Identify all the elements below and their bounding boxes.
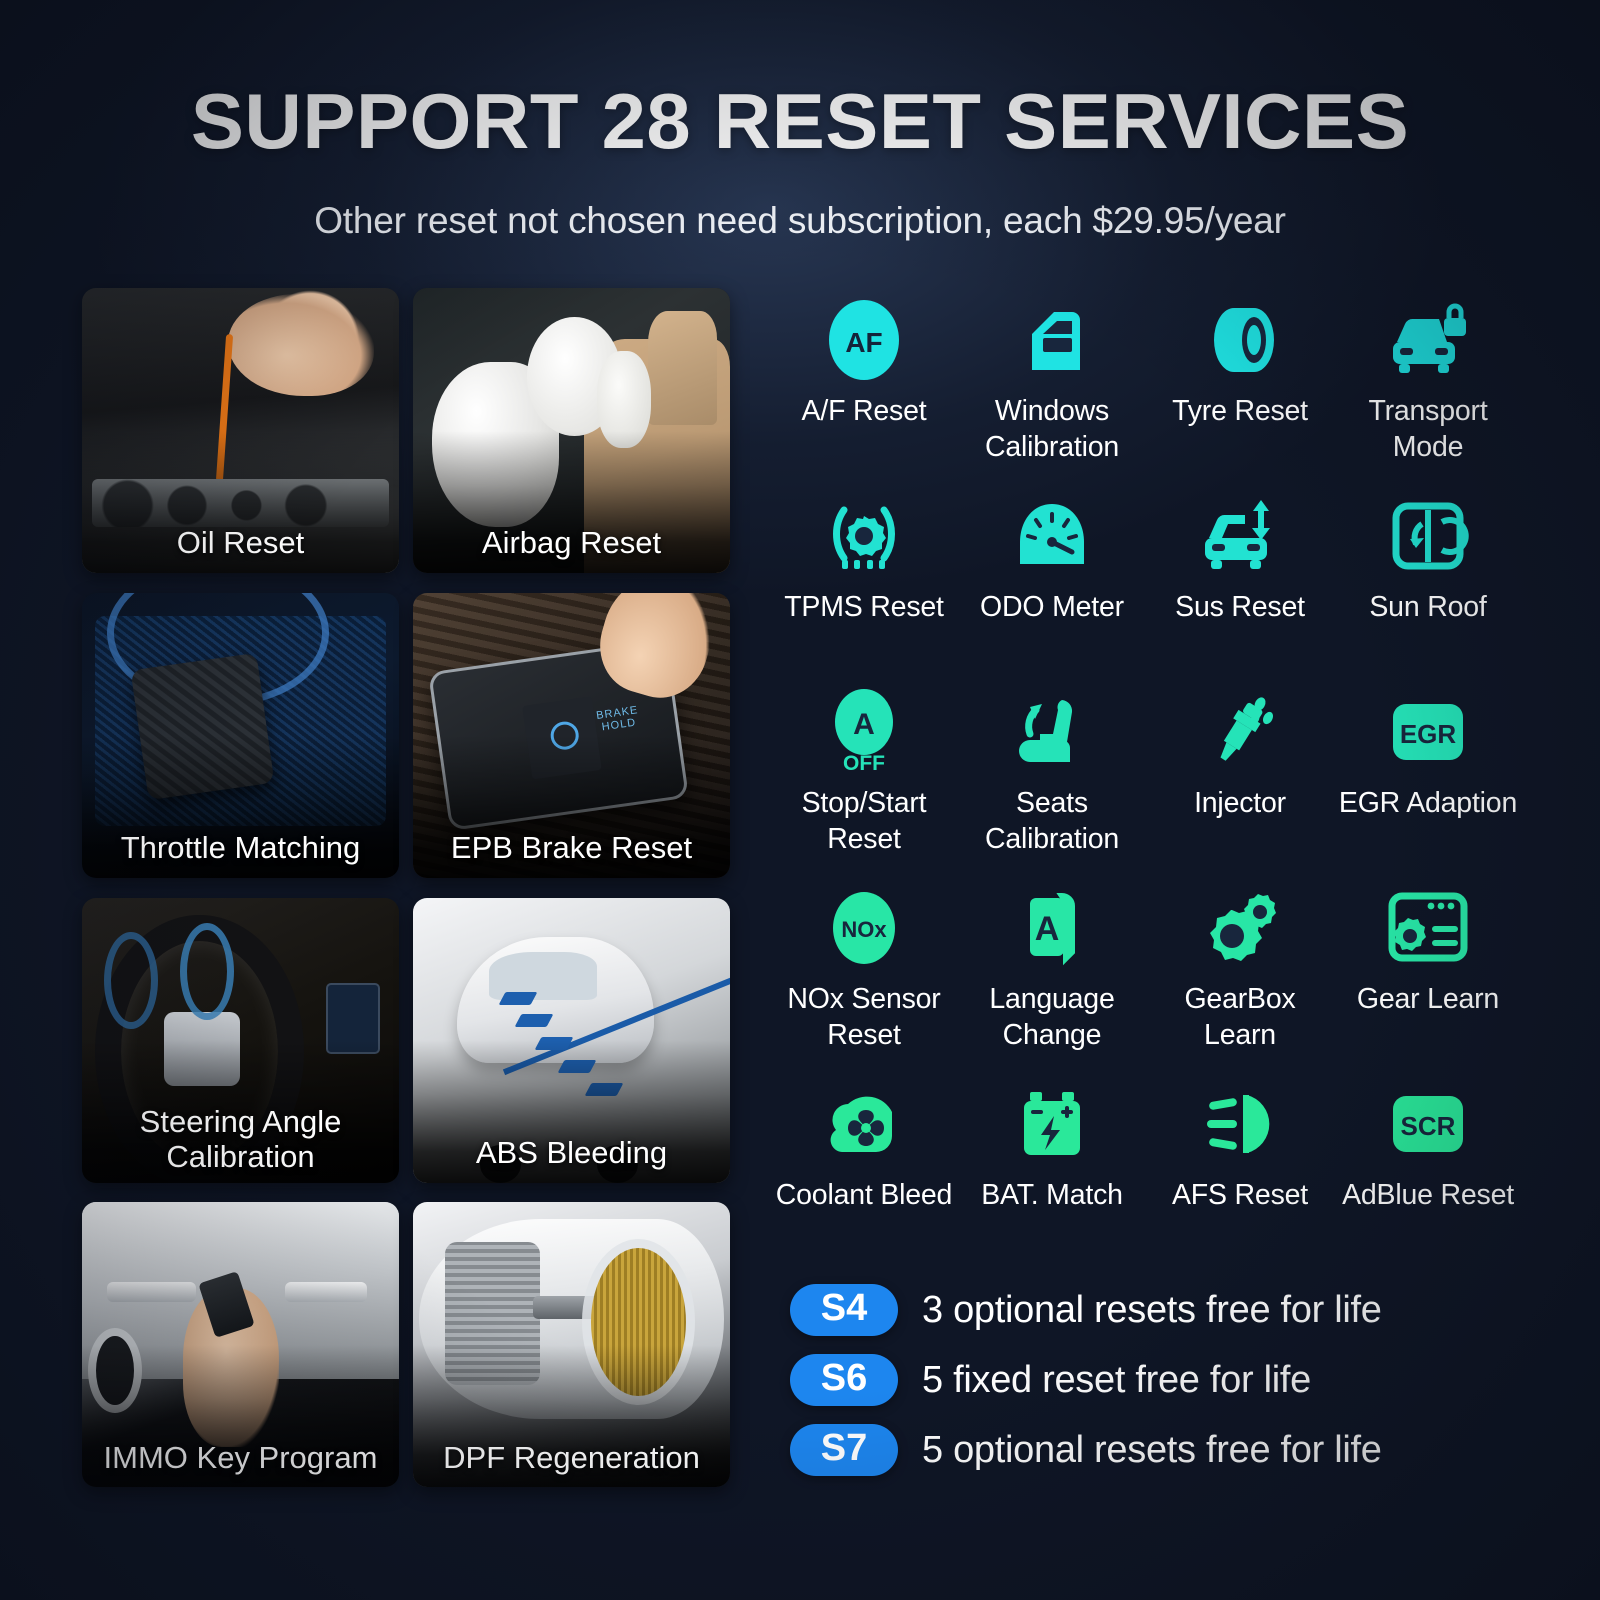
photo-card-immo-key-program[interactable]: IMMO Key Program (82, 1202, 399, 1488)
page-subtitle: Other reset not chosen need subscription… (314, 200, 1286, 241)
service-label: A/F Reset (801, 395, 927, 427)
plan-badge: S6 (790, 1354, 898, 1407)
service-label: Injector (1194, 787, 1286, 819)
photo-caption: Oil Reset (176, 525, 305, 561)
service-item-gearbox-learn[interactable]: GearBox Learn (1146, 876, 1334, 1066)
service-item-stop-start-reset[interactable]: A OFF Stop/Start Reset (770, 680, 958, 870)
reset-services-grid: AF A/F Reset Windows Calibration Tyre Re… (770, 288, 1522, 1262)
service-item-egr-adaption[interactable]: EGR EGR Adaption (1334, 680, 1522, 870)
photo-caption: IMMO Key Program (103, 1439, 378, 1475)
service-item-tyre-reset[interactable]: Tyre Reset (1146, 288, 1334, 478)
svg-text:A: A (853, 708, 875, 741)
service-label: AFS Reset (1172, 1179, 1308, 1211)
service-item-nox-sensor-reset[interactable]: NOx NOx Sensor Reset (770, 876, 958, 1066)
service-label: GearBox Learn (1184, 983, 1296, 1051)
service-label: EGR Adaption (1338, 787, 1518, 819)
gearbox-gears-icon (1196, 882, 1284, 974)
tyre-pressure-gear-icon (822, 490, 906, 582)
nox-sensor-badge-icon: NOx (825, 882, 903, 974)
service-item-sun-roof[interactable]: Sun Roof (1334, 484, 1522, 674)
photo-caption: ABS Bleeding (475, 1134, 668, 1170)
tyre-icon (1198, 294, 1282, 386)
page-title: SUPPORT 28 RESET SERVICES (190, 77, 1410, 165)
service-label: Stop/Start Reset (801, 787, 927, 855)
photo-card-epb-brake-reset[interactable]: BRAKE HOLD EPB Brake Reset (413, 592, 730, 878)
egr-badge-icon: EGR (1385, 686, 1471, 778)
photo-gallery: Oil Reset Airbag Reset Throttle Matching (82, 288, 730, 1494)
svg-text:SCR: SCR (1401, 1111, 1456, 1141)
service-item-sus-reset[interactable]: Sus Reset (1146, 484, 1334, 674)
car-lock-icon (1383, 294, 1473, 386)
photo-caption: DPF Regeneration (443, 1439, 700, 1475)
service-item-afs-reset[interactable]: AFS Reset (1146, 1072, 1334, 1262)
service-label: AdBlue Reset (1342, 1179, 1514, 1211)
plan-row-s6[interactable]: S6 5 fixed reset free for life (790, 1354, 1522, 1407)
service-label: ODO Meter (980, 591, 1124, 623)
service-label: Sus Reset (1175, 591, 1305, 623)
service-label: Coolant Bleed (775, 1179, 953, 1211)
svg-text:EGR: EGR (1400, 719, 1457, 749)
svg-text:OFF: OFF (843, 752, 885, 775)
plan-badge: S4 (790, 1284, 898, 1337)
service-label: Gear Learn (1356, 983, 1500, 1015)
odometer-gauge-icon (1010, 490, 1094, 582)
service-label: Transport Mode (1368, 395, 1488, 463)
service-item-transport-mode[interactable]: Transport Mode (1334, 288, 1522, 478)
svg-text:A: A (1035, 910, 1060, 948)
battery-icon (1012, 1078, 1092, 1170)
photo-caption: Throttle Matching (120, 830, 361, 866)
service-label: Language Change (989, 983, 1115, 1051)
service-item-gear-learn[interactable]: Gear Learn (1334, 876, 1522, 1066)
service-item-injector[interactable]: Injector (1146, 680, 1334, 870)
language-book-icon: A (1010, 882, 1094, 974)
service-label: TPMS Reset (784, 591, 944, 623)
service-label: Tyre Reset (1172, 395, 1308, 427)
scr-badge-icon: SCR (1385, 1078, 1471, 1170)
service-label: BAT. Match (981, 1179, 1123, 1211)
service-item-af-reset[interactable]: AF A/F Reset (770, 288, 958, 478)
service-label: NOx Sensor Reset (787, 983, 941, 1051)
af-badge-icon: AF (826, 294, 902, 386)
photo-caption: Airbag Reset (481, 525, 662, 561)
service-item-seats-calibration[interactable]: Seats Calibration (958, 680, 1146, 870)
plan-description: 3 optional resets free for life (922, 1288, 1382, 1331)
plan-list: S4 3 optional resets free for life S6 5 … (770, 1284, 1522, 1477)
photo-card-steering-angle-calibration[interactable]: Steering Angle Calibration (82, 897, 399, 1183)
plan-badge: S7 (790, 1424, 898, 1477)
service-label: Windows Calibration (984, 395, 1120, 463)
headlight-beam-icon (1195, 1078, 1285, 1170)
service-item-bat-match[interactable]: BAT. Match (958, 1072, 1146, 1262)
plan-row-s7[interactable]: S7 5 optional resets free for life (790, 1424, 1522, 1477)
car-suspension-arrow-icon (1195, 490, 1285, 582)
auto-stop-start-off-icon: A OFF (825, 686, 903, 778)
service-item-tpms-reset[interactable]: TPMS Reset (770, 484, 958, 674)
service-item-windows-calibration[interactable]: Windows Calibration (958, 288, 1146, 478)
plan-row-s4[interactable]: S4 3 optional resets free for life (790, 1284, 1522, 1337)
car-door-window-icon (1010, 294, 1094, 386)
service-item-odo-meter[interactable]: ODO Meter (958, 484, 1146, 674)
gear-learn-window-icon (1384, 882, 1472, 974)
service-item-adblue-reset[interactable]: SCR AdBlue Reset (1334, 1072, 1522, 1262)
photo-caption: Steering Angle Calibration (139, 1104, 342, 1174)
fuel-injector-icon (1198, 686, 1282, 778)
coolant-fan-icon (822, 1078, 906, 1170)
photo-card-throttle-matching[interactable]: Throttle Matching (82, 592, 399, 878)
sun-roof-icon (1386, 490, 1470, 582)
service-item-language-change[interactable]: A Language Change (958, 876, 1146, 1066)
service-item-coolant-bleed[interactable]: Coolant Bleed (770, 1072, 958, 1262)
car-seat-arrow-icon (1010, 686, 1094, 778)
svg-text:AF: AF (845, 327, 882, 358)
photo-card-dpf-regeneration[interactable]: DPF Regeneration (413, 1202, 730, 1488)
service-label: Sun Roof (1369, 591, 1487, 623)
photo-caption: EPB Brake Reset (450, 830, 693, 866)
photo-card-oil-reset[interactable]: Oil Reset (82, 288, 399, 573)
plan-description: 5 fixed reset free for life (922, 1358, 1311, 1401)
photo-card-abs-bleeding[interactable]: ABS Bleeding (413, 897, 730, 1183)
svg-text:NOx: NOx (841, 917, 887, 942)
service-label: Seats Calibration (984, 787, 1120, 855)
photo-card-airbag-reset[interactable]: Airbag Reset (413, 288, 730, 573)
plan-description: 5 optional resets free for life (922, 1428, 1382, 1471)
